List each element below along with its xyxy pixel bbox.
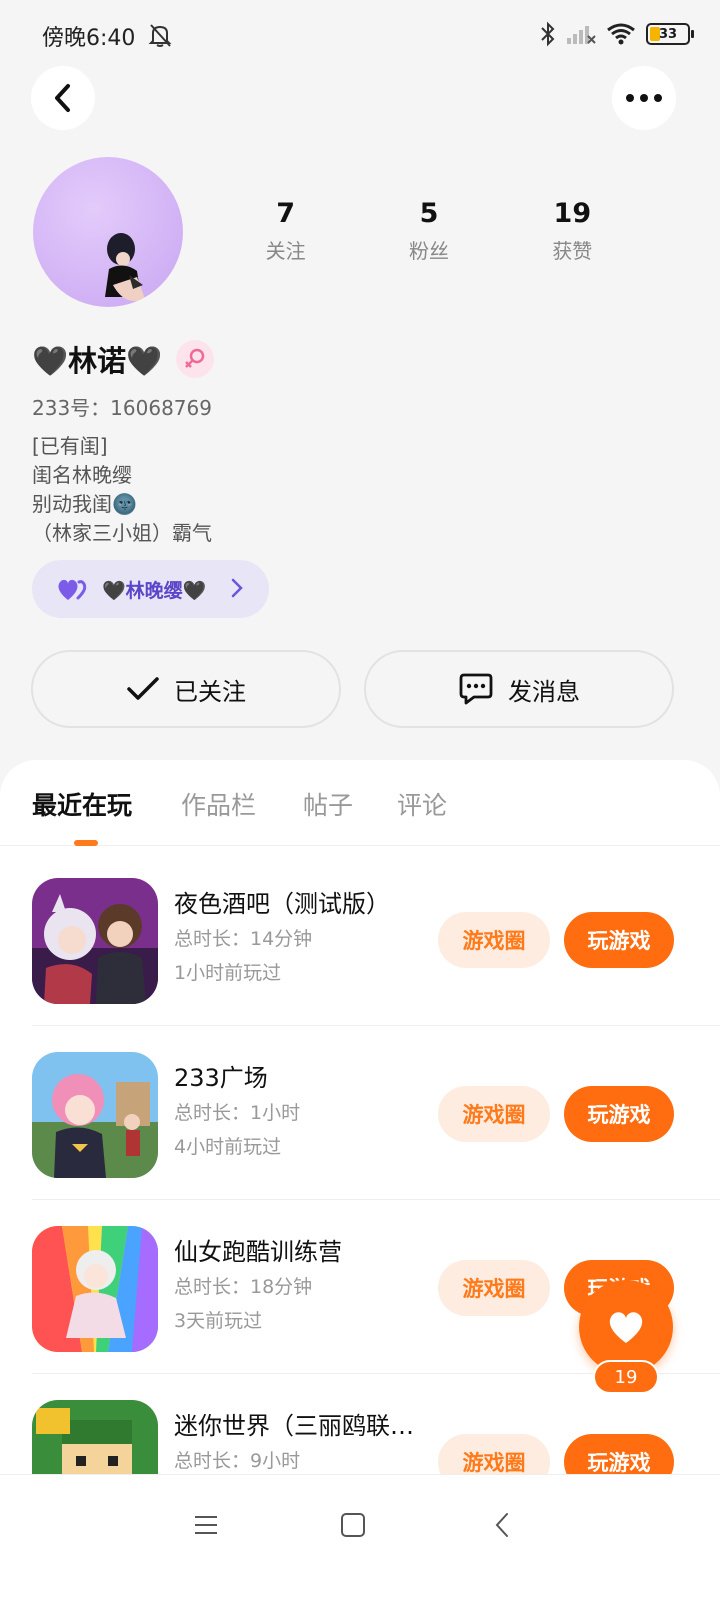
battery-level: 33 <box>658 26 678 42</box>
follow-label: 已关注 <box>174 677 246 706</box>
heart-icon <box>609 1312 643 1343</box>
back-button[interactable] <box>31 66 95 130</box>
tab-comments[interactable]: 评论 <box>397 786 447 822</box>
game-icon-image <box>32 1052 158 1178</box>
profile-stats: 7 关注 5 粉丝 19 获赞 <box>214 198 644 264</box>
battery-indicator: 33 <box>646 23 694 45</box>
game-duration: 总时长：9小时 <box>174 1450 301 1472</box>
game-circle-button[interactable]: 游戏圈 <box>438 912 550 968</box>
female-gender-icon <box>176 340 215 378</box>
tab-recently-played[interactable]: 最近在玩 <box>32 786 132 822</box>
chat-bubble-icon <box>459 673 493 705</box>
avatar-character-image <box>105 233 145 302</box>
stat-label: 关注 <box>265 239 306 263</box>
game-name: 迷你世界（三丽鸥联… <box>174 1412 414 1440</box>
status-time: 傍晚6:40 <box>42 26 136 51</box>
bio-line: 别动我闺🌚 <box>32 492 137 516</box>
more-dots-icon <box>626 94 662 102</box>
game-list-item[interactable]: 233广场 总时长：1小时 4小时前玩过 游戏圈 玩游戏 <box>32 1026 720 1200</box>
play-game-button[interactable]: 玩游戏 <box>564 912 674 968</box>
stat-following[interactable]: 7 关注 <box>214 198 357 264</box>
stat-number: 19 <box>553 198 592 229</box>
nav-back-icon <box>495 1513 508 1537</box>
stat-label: 获赞 <box>552 239 593 263</box>
status-icons: 33 <box>540 20 694 48</box>
game-name: 仙女跑酷训练营 <box>174 1238 342 1266</box>
tab-works[interactable]: 作品栏 <box>181 786 256 822</box>
nav-menu-button[interactable] <box>186 1505 226 1545</box>
double-heart-icon <box>58 579 87 600</box>
game-last-played: 3天前玩过 <box>174 1310 263 1332</box>
game-list-item[interactable]: 夜色酒吧（测试版） 总时长：14分钟 1小时前玩过 游戏圈 玩游戏 <box>32 852 720 1026</box>
chevron-left-icon <box>55 84 70 112</box>
user-id: 233号：16068769 <box>32 396 212 420</box>
followed-button[interactable]: 已关注 <box>31 650 341 728</box>
more-button[interactable] <box>612 66 676 130</box>
stat-number: 5 <box>419 198 439 229</box>
system-nav-bar <box>0 1474 720 1600</box>
bluetooth-icon <box>541 21 555 47</box>
avatar[interactable] <box>33 157 183 307</box>
game-circle-button[interactable]: 游戏圈 <box>438 1086 550 1142</box>
checkmark-icon <box>127 677 159 700</box>
game-duration: 总时长：14分钟 <box>174 928 313 950</box>
game-circle-button[interactable]: 游戏圈 <box>438 1260 550 1316</box>
play-game-button[interactable]: 玩游戏 <box>564 1086 674 1142</box>
game-name: 夜色酒吧（测试版） <box>174 890 390 918</box>
stat-likes[interactable]: 19 获赞 <box>501 198 644 264</box>
nickname-row: 🖤林诺🖤 <box>32 338 215 380</box>
status-bar: 傍晚6:40 33 <box>0 0 720 70</box>
nav-back-button[interactable] <box>482 1505 522 1545</box>
stat-number: 7 <box>276 198 296 229</box>
game-name: 233广场 <box>174 1064 268 1092</box>
nav-home-button[interactable] <box>333 1505 373 1545</box>
bio: [已有闺] 闺名林晚缨 别动我闺🌚 （林家三小姐）霸气 <box>32 432 212 548</box>
game-duration: 总时长：1小时 <box>174 1102 301 1124</box>
bio-line: [已有闺] <box>32 434 108 458</box>
game-last-played: 1小时前玩过 <box>174 962 282 984</box>
menu-icon <box>195 1516 217 1534</box>
wifi-icon <box>607 23 635 45</box>
stat-followers[interactable]: 5 粉丝 <box>357 198 500 264</box>
bell-off-icon <box>148 24 172 47</box>
couple-chip[interactable]: 🖤林晚缨🖤 <box>32 560 269 618</box>
tab-bar: 最近在玩 作品栏 帖子 评论 <box>0 760 720 846</box>
game-duration: 总时长：18分钟 <box>174 1276 313 1298</box>
stat-label: 粉丝 <box>408 239 449 263</box>
game-icon-image <box>32 878 158 1004</box>
tab-posts[interactable]: 帖子 <box>303 786 353 822</box>
home-square-icon <box>341 1513 365 1537</box>
game-icon-image <box>32 1226 158 1352</box>
like-count: 19 <box>593 1360 659 1394</box>
bio-line: 闺名林晚缨 <box>32 463 132 487</box>
couple-name: 🖤林晚缨🖤 <box>102 579 207 602</box>
message-label: 发消息 <box>508 677 580 706</box>
chevron-right-icon <box>231 578 243 598</box>
bio-line: （林家三小姐）霸气 <box>32 521 212 545</box>
nickname: 🖤林诺🖤 <box>32 344 163 378</box>
game-last-played: 4小时前玩过 <box>174 1136 282 1158</box>
active-tab-indicator <box>74 840 98 846</box>
message-button[interactable]: 发消息 <box>364 650 674 728</box>
signal-icon <box>567 26 596 44</box>
